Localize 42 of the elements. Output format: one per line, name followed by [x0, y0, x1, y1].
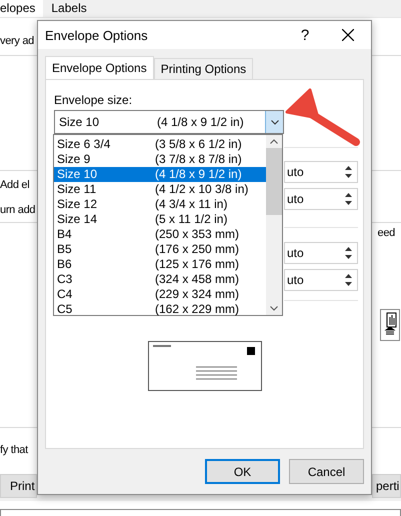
spin-arrows-icon[interactable] — [344, 273, 352, 287]
dropdown-option[interactable]: Size 6 3/4 (3 5/8 x 6 1/2 in) — [54, 137, 266, 152]
dialog-button[interactable]: Cancel — [289, 459, 364, 484]
scroll-up-icon[interactable] — [270, 139, 278, 144]
checkbox-label: Add el — [0, 179, 30, 192]
dialog-title: Envelope Options — [45, 28, 149, 42]
help-button[interactable]: ? — [285, 26, 325, 44]
input-field[interactable] — [0, 509, 401, 516]
dropdown-option[interactable]: B5 (176 x 250 mm) — [54, 242, 266, 257]
dropdown-option[interactable]: C4 (229 x 324 mm) — [54, 287, 266, 302]
dropdown-option[interactable]: Size 14 (5 x 11 1/2 in) — [54, 212, 266, 227]
dropdown-option[interactable]: C3 (324 x 458 mm) — [54, 272, 266, 287]
tab[interactable]: Envelope Options — [45, 56, 154, 79]
field-label: Envelope size: — [54, 93, 134, 109]
spin-arrows-icon[interactable] — [344, 165, 352, 179]
spin-arrows-icon[interactable] — [344, 246, 352, 260]
spin-arrows-icon[interactable] — [344, 192, 352, 206]
spin-field[interactable]: uto — [284, 161, 358, 183]
spin-field[interactable]: uto — [284, 188, 358, 210]
dialog-button[interactable]: perti — [372, 474, 401, 498]
dropdown-option[interactable]: Size 9 (3 7/8 x 8 7/8 in) — [54, 152, 266, 167]
dropdown-option[interactable]: Size 11 (4 1/2 x 10 3/8 in) — [54, 182, 266, 197]
spin-field[interactable]: uto — [284, 242, 358, 264]
size-dropdown[interactable]: Size 10 (4 1/8 x 9 1/2 in) — [54, 110, 284, 134]
dialog-button[interactable]: OK — [205, 459, 280, 484]
label-text: eed — [378, 226, 395, 239]
checkbox-label: urn add — [0, 204, 36, 216]
dropdown-option[interactable]: Size 12 (4 3/4 x 11 in) — [54, 197, 266, 212]
close-icon[interactable] — [342, 29, 354, 41]
label-text: very ad — [0, 34, 34, 47]
spin-field[interactable]: uto — [284, 269, 358, 291]
dropdown-option[interactable]: B6 (125 x 176 mm) — [54, 257, 266, 272]
envelope-feed-icon — [380, 308, 400, 341]
scroll-down-icon[interactable] — [270, 306, 278, 311]
tab[interactable]: elopes — [0, 0, 44, 17]
dropdown-option[interactable]: B4 (250 x 353 mm) — [54, 227, 266, 242]
tab[interactable]: Printing Options — [154, 58, 254, 79]
label-text: fy that — [0, 444, 28, 456]
dropdown-option[interactable]: C5 (162 x 229 mm) — [54, 302, 266, 317]
scrollbar-thumb[interactable] — [266, 148, 282, 215]
dialog-button[interactable]: Print — [0, 474, 37, 498]
dropdown-option[interactable]: Size 10 (4 1/8 x 9 1/2 in) — [54, 167, 266, 182]
